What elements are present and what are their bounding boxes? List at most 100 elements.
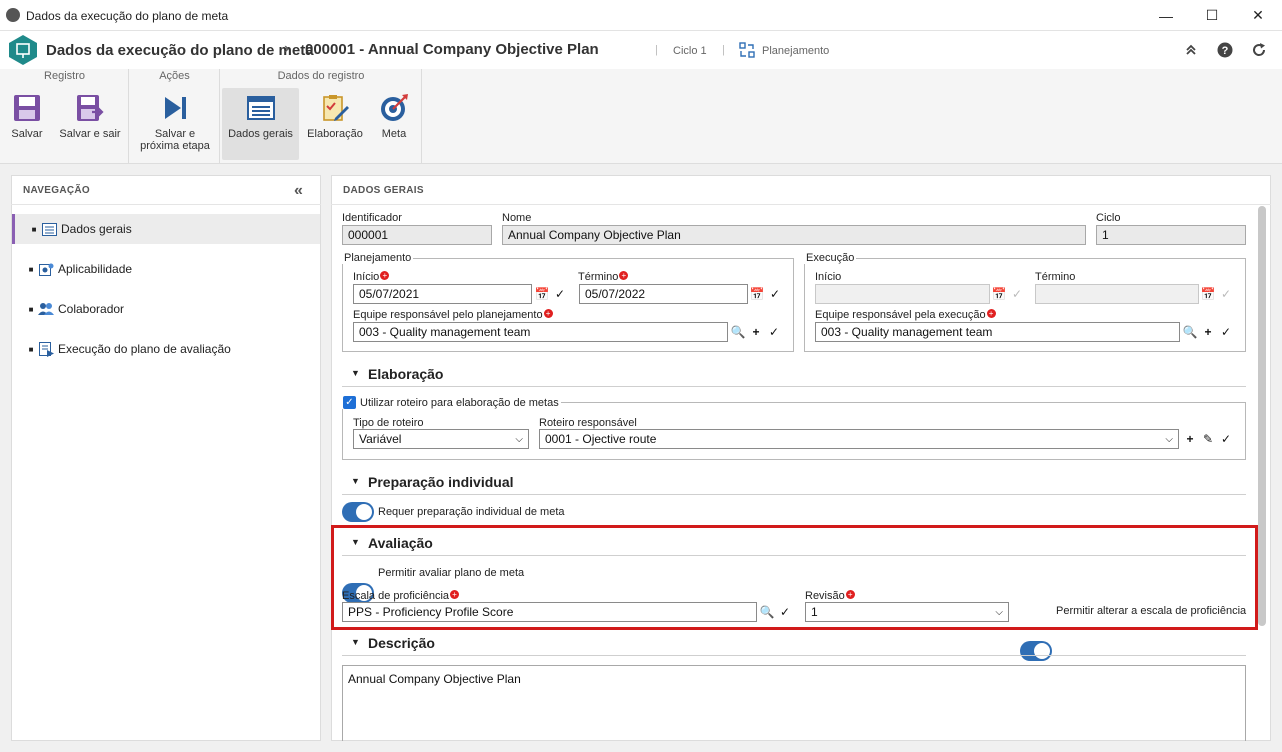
preparacao-toggle[interactable] bbox=[342, 502, 374, 522]
add-icon[interactable]: + bbox=[1181, 429, 1199, 449]
navigation-title: NAVEGAÇÃO bbox=[23, 185, 90, 196]
search-icon[interactable]: 🔍 bbox=[1181, 322, 1199, 342]
record-title: 000001 - Annual Company Objective Plan bbox=[305, 41, 599, 58]
bullet: ■ bbox=[28, 264, 34, 274]
tipo-roteiro-select[interactable]: Variável ⌵ bbox=[353, 429, 529, 449]
section-divider bbox=[342, 655, 1246, 656]
inicio-text: Início bbox=[353, 271, 380, 283]
nome-label: Nome bbox=[502, 212, 532, 224]
planejamento-legend: Planejamento bbox=[342, 252, 414, 264]
bullet: ■ bbox=[28, 304, 34, 314]
vertical-scrollbar[interactable] bbox=[1258, 206, 1266, 626]
dados-gerais-label: Dados gerais bbox=[228, 128, 293, 140]
required-icon: + bbox=[619, 271, 629, 280]
elaboracao-button[interactable]: Elaboração bbox=[304, 88, 366, 160]
save-exit-icon bbox=[77, 95, 104, 121]
svg-text:?: ? bbox=[1222, 45, 1229, 57]
calendar-icon[interactable]: 📅 bbox=[748, 284, 766, 304]
save-next-step-button[interactable]: Salvar e próxima etapa bbox=[136, 88, 214, 160]
save-exit-label: Salvar e sair bbox=[59, 128, 121, 140]
nav-item-execucao-plano[interactable]: ■ Execução do plano de avaliação bbox=[12, 334, 320, 364]
equipe-execucao-field[interactable]: 003 - Quality management team bbox=[815, 322, 1180, 342]
clear-icon[interactable]: ✓ bbox=[1217, 429, 1235, 449]
nome-field[interactable]: Annual Company Objective Plan bbox=[502, 225, 1086, 245]
chevron-down-icon: ⌵ bbox=[515, 433, 523, 445]
termino-label: Término + bbox=[578, 271, 629, 283]
chevron-down-icon: ⌵ bbox=[1165, 433, 1173, 445]
dados-gerais-button[interactable]: Dados gerais bbox=[222, 88, 299, 160]
highlight-box bbox=[331, 525, 1258, 630]
checkbox-checked[interactable]: ✓ bbox=[343, 396, 356, 409]
equipe-execucao-label: Equipe responsável pela execução + bbox=[815, 309, 996, 321]
roteiro-checkbox-row[interactable]: ✓ Utilizar roteiro para elaboração de me… bbox=[341, 396, 561, 409]
preparacao-title: Preparação individual bbox=[368, 474, 514, 490]
collapse-icon[interactable] bbox=[1180, 39, 1202, 61]
divider: | bbox=[722, 44, 725, 56]
descricao-textarea[interactable]: Annual Company Objective Plan bbox=[342, 665, 1246, 741]
section-divider bbox=[342, 494, 1246, 495]
execution-plan-icon bbox=[38, 341, 54, 357]
ribbon-group-label: Ações bbox=[159, 70, 190, 82]
clear-icon[interactable]: ✓ bbox=[551, 284, 569, 304]
main-title: DADOS GERAIS bbox=[343, 185, 424, 196]
maximize-button[interactable]: ☐ bbox=[1189, 0, 1235, 31]
app-small-icon bbox=[6, 8, 20, 22]
nav-item-dados-gerais[interactable]: ■ Dados gerais bbox=[12, 214, 320, 244]
clear-icon[interactable]: ✓ bbox=[765, 322, 783, 342]
clear-icon[interactable]: ✓ bbox=[1217, 322, 1235, 342]
preparacao-toggle-label: Requer preparação individual de meta bbox=[378, 506, 565, 518]
collapse-panel-icon[interactable]: « bbox=[294, 182, 303, 200]
breadcrumb-separator: › bbox=[284, 40, 290, 57]
equipe-planejamento-field[interactable]: 003 - Quality management team bbox=[353, 322, 728, 342]
inicio-date-input[interactable]: 05/07/2021 bbox=[353, 284, 532, 304]
roteiro-checkbox-label: Utilizar roteiro para elaboração de meta… bbox=[360, 396, 559, 409]
roteiro-responsavel-select[interactable]: 0001 - Ojective route ⌵ bbox=[539, 429, 1179, 449]
identificador-field[interactable]: 000001 bbox=[342, 225, 492, 245]
clear-icon: ✓ bbox=[1011, 287, 1023, 301]
tipo-roteiro-value: Variável bbox=[359, 432, 402, 446]
execucao-legend: Execução bbox=[804, 252, 857, 264]
inicio-label: Início + bbox=[353, 271, 390, 283]
save-button[interactable]: Salvar bbox=[6, 88, 48, 160]
ciclo-field[interactable]: 1 bbox=[1096, 225, 1246, 245]
nav-label: Aplicabilidade bbox=[58, 262, 133, 276]
equipe-planejamento-label: Equipe responsável pelo planejamento + bbox=[353, 309, 553, 321]
section-collapse-icon[interactable]: ▼ bbox=[351, 637, 360, 647]
tipo-roteiro-label: Tipo de roteiro bbox=[353, 417, 424, 429]
search-icon[interactable]: 🔍 bbox=[729, 322, 747, 342]
exec-inicio-label: Início bbox=[815, 271, 842, 283]
save-label: Salvar bbox=[11, 128, 43, 140]
exec-inicio-date-input bbox=[815, 284, 990, 304]
nav-item-aplicabilidade[interactable]: ■ Aplicabilidade bbox=[12, 254, 320, 284]
termino-text: Término bbox=[578, 271, 619, 283]
clear-icon[interactable]: ✓ bbox=[766, 284, 784, 304]
edit-icon[interactable]: ✎ bbox=[1199, 429, 1217, 449]
required-icon: + bbox=[380, 271, 390, 280]
page-title: Dados da execução do plano de meta bbox=[46, 42, 314, 59]
cycle-label: Ciclo 1 bbox=[673, 45, 707, 57]
nav-item-colaborador[interactable]: ■ Colaborador bbox=[12, 294, 320, 324]
refresh-icon[interactable] bbox=[1248, 39, 1270, 61]
add-icon[interactable]: + bbox=[1199, 322, 1217, 342]
section-collapse-icon[interactable]: ▼ bbox=[351, 476, 360, 486]
save-and-exit-button[interactable]: Salvar e sair bbox=[56, 88, 124, 160]
bullet: ■ bbox=[31, 224, 37, 234]
status-label: Planejamento bbox=[762, 45, 830, 57]
help-icon[interactable]: ? bbox=[1214, 39, 1236, 61]
main-header: DADOS GERAIS bbox=[331, 175, 1271, 205]
ribbon-group-label: Dados do registro bbox=[277, 70, 365, 82]
app-logo-icon bbox=[8, 34, 38, 66]
ribbon-group-label: Registro bbox=[44, 70, 85, 82]
section-collapse-icon[interactable]: ▼ bbox=[351, 368, 360, 378]
save-next-label-2: próxima etapa bbox=[140, 140, 210, 152]
form-icon bbox=[41, 221, 57, 237]
nav-label: Dados gerais bbox=[61, 222, 132, 236]
termino-date-input[interactable]: 05/07/2022 bbox=[579, 284, 748, 304]
close-button[interactable]: ✕ bbox=[1235, 0, 1281, 31]
section-divider bbox=[342, 386, 1246, 387]
meta-button[interactable]: Meta bbox=[372, 88, 416, 160]
minimize-button[interactable]: — bbox=[1143, 0, 1189, 31]
add-icon[interactable]: + bbox=[747, 322, 765, 342]
calendar-icon[interactable]: 📅 bbox=[533, 284, 551, 304]
alterar-escala-toggle[interactable] bbox=[1020, 641, 1052, 661]
